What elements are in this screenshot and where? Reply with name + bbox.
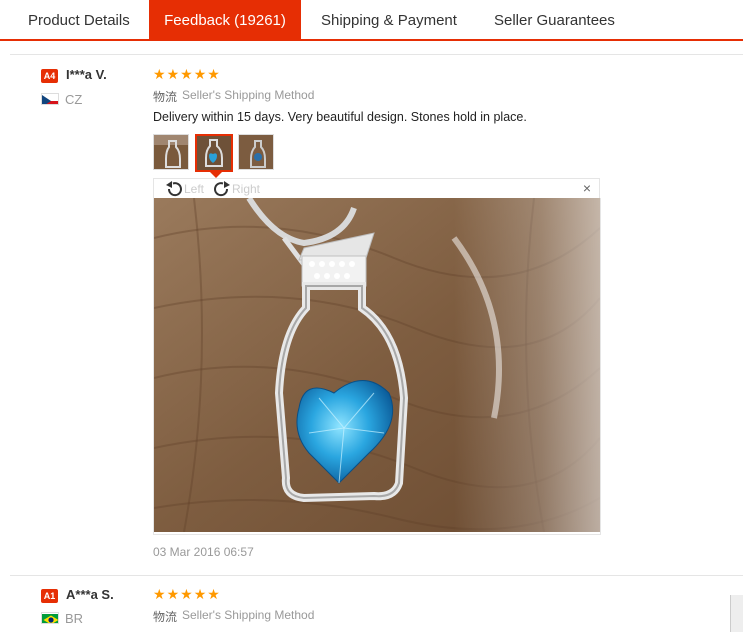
brazil-flag-icon [41, 612, 59, 624]
scrollbar[interactable] [730, 595, 743, 632]
rotate-right-label: Right [232, 182, 261, 196]
buyer-name: I***a V. [66, 67, 107, 82]
review-photo-thumbnail-selected[interactable] [195, 134, 233, 172]
buyer-country: CZ [65, 92, 83, 107]
star-icon: ★ [180, 66, 193, 82]
close-viewer-button[interactable]: × [583, 180, 591, 196]
rotate-left-button[interactable]: Left [164, 179, 204, 199]
star-icon: ★ [193, 586, 207, 602]
review-photo-large [154, 198, 600, 532]
buyer-country: BR [65, 611, 84, 626]
star-icon: ★ [166, 586, 180, 602]
tab-product-details[interactable]: Product Details [0, 0, 149, 39]
tab-feedback[interactable]: Feedback (19261) [149, 0, 301, 39]
star-icon: ★ [207, 66, 220, 82]
tab-seller-guarantees[interactable]: Seller Guarantees [476, 0, 676, 39]
rotate-right-icon [214, 181, 230, 197]
review-photo-thumbnail[interactable] [153, 134, 189, 170]
star-rating: ★ ★ ★ ★ ★ [153, 66, 220, 82]
logistics-label: 物流 [153, 610, 178, 624]
star-icon: ★ [166, 66, 180, 82]
star-icon: ★ [153, 66, 166, 82]
review-date: 03 Mar 2016 06:57 [153, 545, 254, 559]
star-icon: ★ [193, 66, 207, 82]
tab-shipping-payment[interactable]: Shipping & Payment [301, 0, 476, 39]
buyer-level-badge: A1 [41, 589, 58, 603]
review-text: Delivery within 15 days. Very beautiful … [153, 110, 527, 124]
buyer-level-badge: A4 [41, 69, 58, 83]
review-photo-thumbnail[interactable] [238, 134, 274, 170]
shipping-method: Seller's Shipping Method [182, 88, 315, 102]
logistics-label: 物流 [153, 90, 178, 104]
star-icon: ★ [153, 586, 166, 602]
buyer-name: A***a S. [66, 587, 114, 602]
divider [10, 54, 743, 55]
rotate-left-label: Left [184, 182, 205, 196]
star-icon: ★ [207, 586, 220, 602]
star-icon: ★ [180, 586, 193, 602]
czech-flag-icon [41, 93, 59, 105]
shipping-method: Seller's Shipping Method [182, 608, 315, 622]
product-tabs: Product Details Feedback (19261) Shippin… [0, 0, 743, 41]
rotate-left-icon [166, 181, 182, 197]
photo-viewer-toolbar: Left Right × [153, 178, 600, 198]
star-rating: ★ ★ ★ ★ ★ [153, 586, 220, 602]
divider [10, 575, 743, 576]
rotate-right-button[interactable]: Right [212, 179, 260, 199]
